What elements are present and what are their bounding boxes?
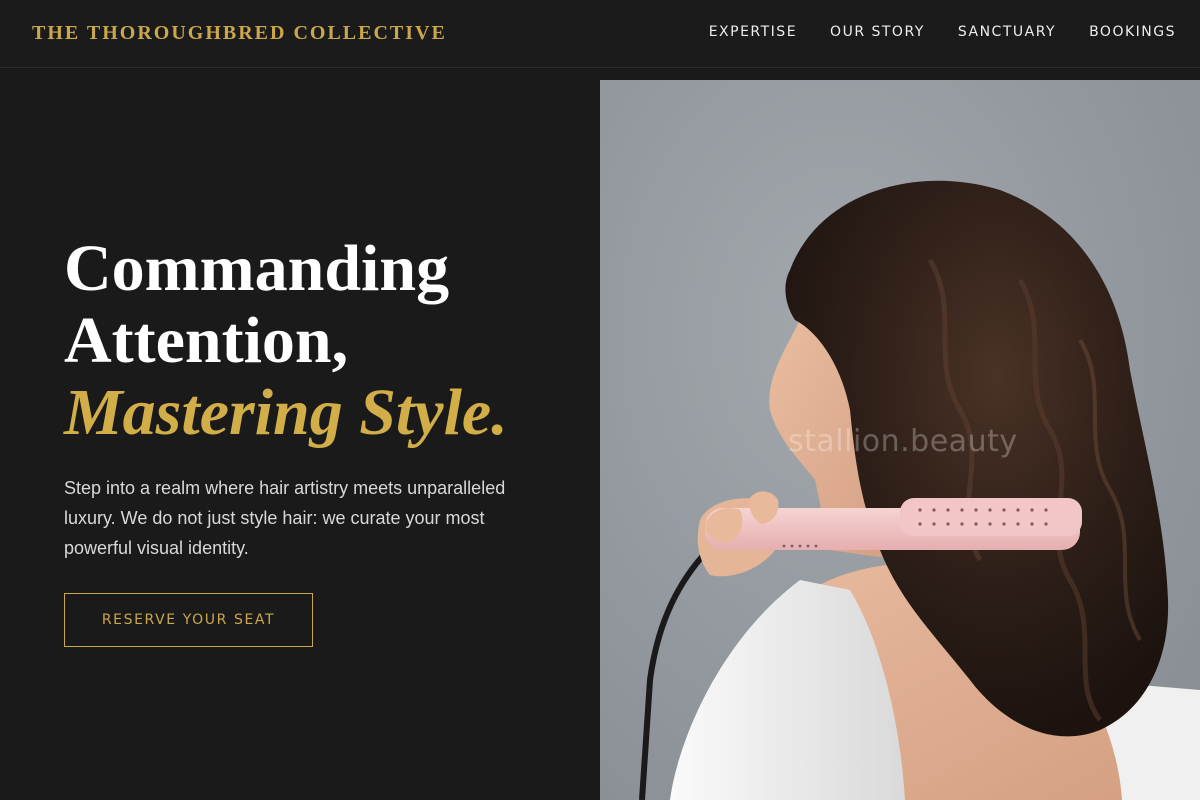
image-watermark: stallion.beauty	[788, 424, 1018, 459]
hero-text-panel: Commanding Attention, Mastering Style. S…	[0, 69, 600, 800]
hero-headline: Commanding Attention, Mastering Style.	[64, 233, 584, 449]
nav-item-bookings[interactable]: BOOKINGS	[1089, 24, 1176, 40]
hero-image: stallion.beauty	[600, 80, 1200, 800]
headline-line-1: Commanding	[64, 232, 450, 305]
reserve-seat-button[interactable]: RESERVE YOUR SEAT	[64, 593, 313, 647]
nav-item-sanctuary[interactable]: SANCTUARY	[958, 24, 1056, 40]
main-nav: EXPERTISE OUR STORY SANCTUARY BOOKINGS	[709, 24, 1176, 40]
site-header: THE THOROUGHBRED COLLECTIVE EXPERTISE OU…	[0, 0, 1200, 68]
nav-item-expertise[interactable]: EXPERTISE	[709, 24, 797, 40]
hero-intro: Step into a realm where hair artistry me…	[64, 478, 506, 558]
headline-line-2: Attention,	[64, 304, 349, 377]
headline-accent: Mastering Style.	[64, 376, 508, 449]
nav-item-our-story[interactable]: OUR STORY	[830, 24, 925, 40]
brand-logo[interactable]: THE THOROUGHBRED COLLECTIVE	[32, 22, 447, 45]
